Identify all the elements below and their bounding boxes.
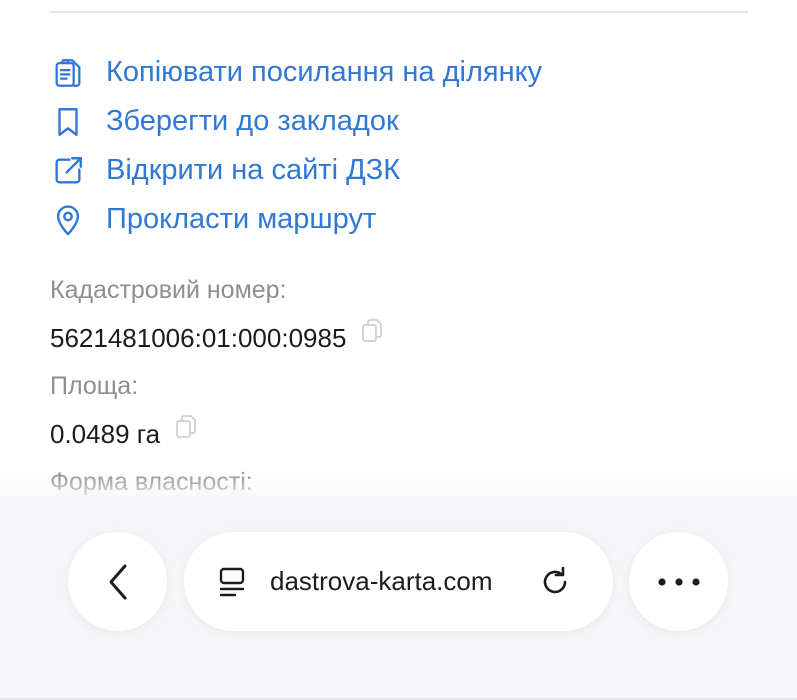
copy-link-label: Копіювати посилання на ділянку	[106, 56, 543, 88]
open-dzk-action[interactable]: Відкрити на сайті ДЗК	[50, 146, 542, 195]
bookmark-icon	[50, 104, 86, 140]
address-bar[interactable]: dastrova-karta.com	[184, 532, 613, 631]
copy-link-action[interactable]: Копіювати посилання на ділянку	[50, 48, 542, 97]
copy-area-icon[interactable]	[174, 414, 198, 440]
more-icon	[657, 577, 700, 586]
actions-list: Копіювати посилання на ділянку Зберегти …	[50, 48, 542, 244]
copy-cadastral-icon[interactable]	[360, 318, 384, 344]
build-route-action[interactable]: Прокласти маршрут	[50, 195, 542, 244]
back-button[interactable]	[68, 532, 167, 631]
cadastral-row: 5621481006:01:000:0985	[50, 310, 384, 366]
clipboard-icon	[50, 55, 86, 91]
location-pin-icon	[50, 202, 86, 238]
url-text: dastrova-karta.com	[270, 566, 493, 596]
cadastral-value: 5621481006:01:000:0985	[50, 322, 347, 353]
build-route-label: Прокласти маршрут	[106, 203, 377, 235]
more-button[interactable]	[629, 532, 728, 631]
reader-mode-icon[interactable]	[216, 565, 250, 599]
chevron-left-icon	[109, 564, 126, 599]
external-link-icon	[50, 153, 86, 189]
area-value: 0.0489 га	[50, 418, 161, 449]
reload-icon[interactable]	[538, 565, 572, 599]
parcel-info: Кадастровий номер: 5621481006:01:000:098…	[50, 270, 384, 502]
cadastral-caption: Кадастровий номер:	[50, 276, 287, 304]
save-bookmark-label: Зберегти до закладок	[106, 105, 399, 137]
area-row: 0.0489 га	[50, 406, 384, 462]
area-caption: Площа:	[50, 372, 139, 400]
top-divider	[50, 11, 748, 13]
save-bookmark-action[interactable]: Зберегти до закладок	[50, 97, 542, 146]
open-dzk-label: Відкрити на сайті ДЗК	[106, 154, 401, 186]
